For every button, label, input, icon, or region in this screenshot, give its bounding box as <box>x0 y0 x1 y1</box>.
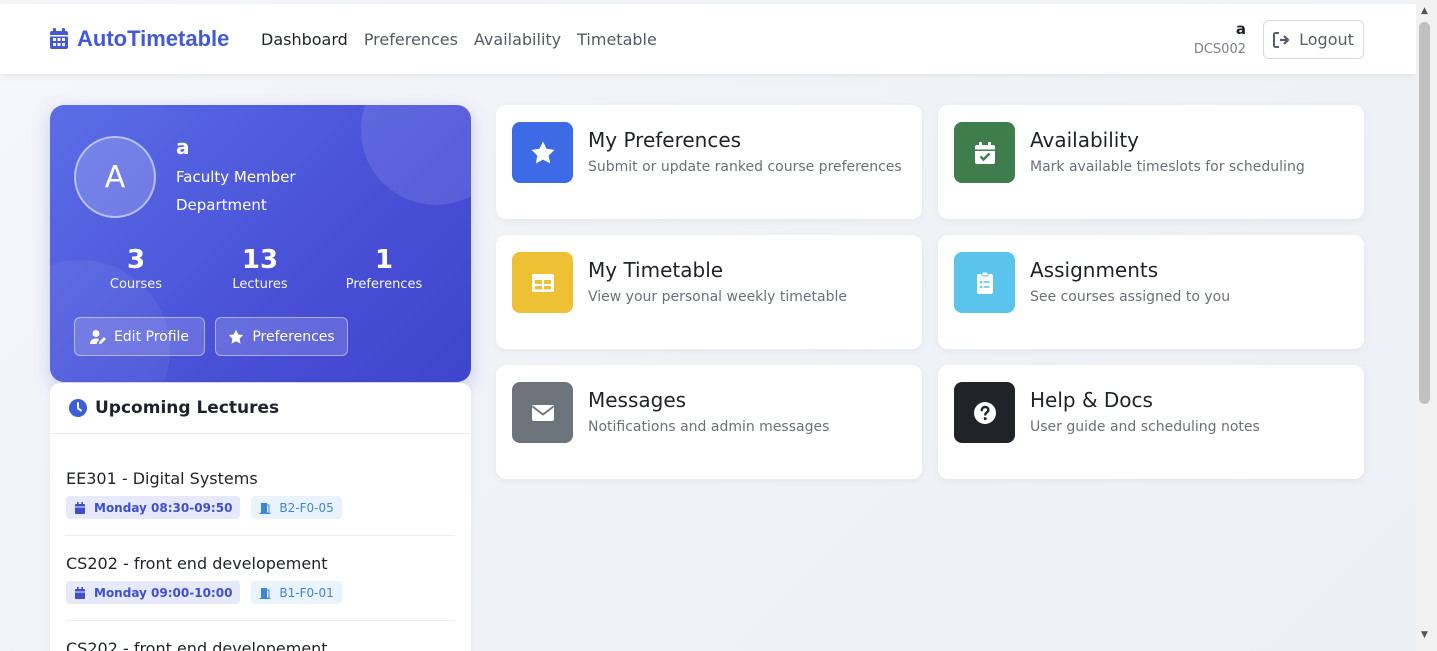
tile-subtitle: See courses assigned to you <box>1030 289 1231 305</box>
tile-icon-box <box>512 382 573 443</box>
nav-preferences[interactable]: Preferences <box>364 30 458 49</box>
lecture-room-badge: B1-F0-01 <box>251 581 342 604</box>
lecture-item[interactable]: CS202 - front end developement <box>66 639 455 651</box>
lecture-room: B2-F0-05 <box>279 500 334 515</box>
calendar-icon <box>50 28 68 49</box>
star-icon <box>531 141 554 163</box>
top-navbar: AutoTimetable Dashboard Preferences Avai… <box>0 4 1416 74</box>
tile-title: My Timetable <box>588 258 724 282</box>
logout-button[interactable]: Logout <box>1263 20 1364 59</box>
tile-title: My Preferences <box>588 128 742 152</box>
edit-profile-label: Edit Profile <box>113 328 190 345</box>
edit-profile-button[interactable]: Edit Profile <box>74 317 205 356</box>
tile-messages[interactable]: Messages Notifications and admin message… <box>496 365 922 479</box>
tile-subtitle: Notifications and admin messages <box>588 419 830 435</box>
page-scrollbar[interactable]: ▲ ▼ <box>1416 0 1437 651</box>
upcoming-header: Upcoming Lectures <box>50 383 471 434</box>
decorative-circle <box>361 105 471 205</box>
tile-subtitle: User guide and scheduling notes <box>1030 419 1260 435</box>
divider <box>66 620 455 621</box>
profile-card: A a Faculty Member Department 3 Courses … <box>50 105 471 382</box>
preferences-button[interactable]: Preferences <box>215 317 348 356</box>
lecture-time-badge: Monday 09:00-10:00 <box>66 581 241 604</box>
main-nav: Dashboard Preferences Availability Timet… <box>261 30 657 49</box>
tile-title: Messages <box>588 388 687 412</box>
door-icon <box>259 502 271 514</box>
logout-label: Logout <box>1299 30 1354 49</box>
stat-lectures: 13 Lectures <box>200 245 320 292</box>
tile-help-docs[interactable]: Help & Docs User guide and scheduling no… <box>938 365 1364 479</box>
tile-icon-box <box>512 122 573 183</box>
stat-value: 13 <box>241 245 279 275</box>
profile-role: Faculty Member <box>176 168 296 186</box>
tile-icon-box <box>954 382 1015 443</box>
clock-icon <box>69 399 87 417</box>
lecture-item[interactable]: EE301 - Digital Systems Monday 08:30-09:… <box>66 469 455 519</box>
lecture-room-badge: B2-F0-05 <box>251 496 342 519</box>
tile-title: Availability <box>1030 128 1140 152</box>
calendar-icon <box>75 501 85 514</box>
user-info: a DCS002 <box>1194 20 1246 57</box>
clipboard-list-icon <box>976 271 993 294</box>
tile-subtitle: Mark available timeslots for scheduling <box>1030 159 1305 175</box>
tile-icon-box <box>954 252 1015 313</box>
scroll-thumb[interactable] <box>1419 22 1430 404</box>
stat-label: Courses <box>109 277 163 292</box>
scroll-down-arrow-icon[interactable]: ▼ <box>1421 630 1428 640</box>
lecture-time-badge: Monday 08:30-09:50 <box>66 496 241 519</box>
profile-department: Department <box>176 196 267 214</box>
table-icon <box>531 273 554 292</box>
lecture-title: EE301 - Digital Systems <box>66 469 258 488</box>
user-id: DCS002 <box>1193 42 1246 57</box>
scroll-up-arrow-icon[interactable]: ▲ <box>1421 6 1428 16</box>
envelope-icon <box>531 404 554 421</box>
lecture-room: B1-F0-01 <box>279 585 334 600</box>
lecture-title: CS202 - front end developement <box>66 554 328 573</box>
brand-logo[interactable]: AutoTimetable <box>49 26 229 52</box>
sign-out-icon <box>1273 31 1290 48</box>
user-name: a <box>1235 20 1246 38</box>
tile-my-preferences[interactable]: My Preferences Submit or update ranked c… <box>496 105 922 219</box>
tile-title: Assignments <box>1030 258 1159 282</box>
tile-icon-box <box>954 122 1015 183</box>
question-circle-icon <box>973 401 996 424</box>
calendar-icon <box>75 586 85 599</box>
divider <box>66 535 455 536</box>
nav-timetable[interactable]: Timetable <box>577 30 657 49</box>
lecture-title: CS202 - front end developement <box>66 639 328 651</box>
tile-availability[interactable]: Availability Mark available timeslots fo… <box>938 105 1364 219</box>
stat-courses: 3 Courses <box>76 245 196 292</box>
tile-subtitle: View your personal weekly timetable <box>588 289 848 305</box>
stat-preferences: 1 Preferences <box>324 245 444 292</box>
profile-name: a <box>176 135 190 159</box>
tile-icon-box <box>512 252 573 313</box>
avatar: A <box>74 136 156 218</box>
nav-availability[interactable]: Availability <box>474 30 561 49</box>
lecture-time: Monday 09:00-10:00 <box>94 585 233 600</box>
tile-title: Help & Docs <box>1030 388 1153 412</box>
lecture-item[interactable]: CS202 - front end developement Monday 09… <box>66 554 455 604</box>
door-icon <box>259 587 271 599</box>
brand-name: AutoTimetable <box>77 26 230 51</box>
star-icon <box>229 329 244 344</box>
stat-label: Preferences <box>345 277 423 292</box>
lecture-time: Monday 08:30-09:50 <box>94 500 233 515</box>
tile-subtitle: Submit or update ranked course preferenc… <box>588 159 902 175</box>
stat-value: 1 <box>374 245 394 275</box>
tile-assignments[interactable]: Assignments See courses assigned to you <box>938 235 1364 349</box>
stat-label: Lectures <box>232 277 288 292</box>
calendar-check-icon <box>974 141 995 164</box>
upcoming-title: Upcoming Lectures <box>95 398 280 418</box>
stat-value: 3 <box>126 245 146 275</box>
upcoming-lectures-card: Upcoming Lectures EE301 - Digital System… <box>50 383 471 651</box>
preferences-label: Preferences <box>252 328 335 345</box>
tile-my-timetable[interactable]: My Timetable View your personal weekly t… <box>496 235 922 349</box>
user-edit-icon <box>89 329 106 344</box>
nav-dashboard[interactable]: Dashboard <box>261 30 348 49</box>
